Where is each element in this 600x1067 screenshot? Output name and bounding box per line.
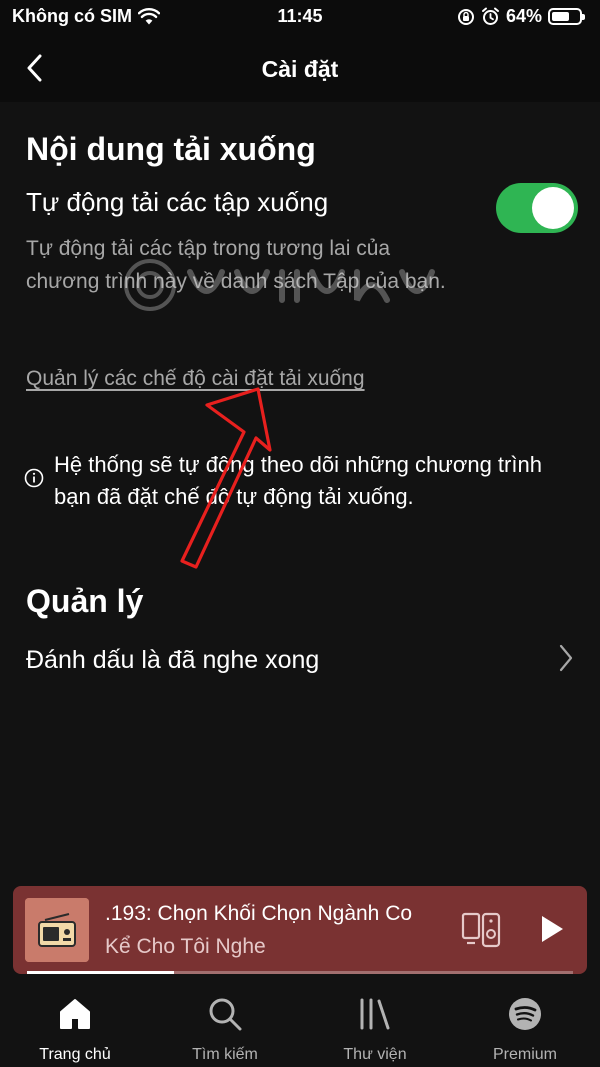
orientation-lock-icon (457, 8, 474, 25)
alarm-icon (481, 7, 499, 25)
tab-search[interactable]: Tìm kiếm (150, 980, 300, 1067)
chevron-right-icon (559, 644, 573, 672)
connect-device-icon[interactable] (461, 912, 501, 948)
settings-screen: Không có SIM 11:45 64% Cài đặt Nội dung … (0, 0, 600, 1067)
album-art (25, 898, 89, 962)
status-bar: Không có SIM 11:45 64% (0, 0, 600, 34)
battery-icon (548, 8, 585, 25)
tab-search-label: Tìm kiếm (192, 1046, 258, 1063)
info-icon (24, 468, 44, 488)
tab-home-label: Trang chủ (39, 1046, 111, 1063)
page-title: Cài đặt (261, 56, 339, 82)
tab-home[interactable]: Trang chủ (0, 980, 150, 1067)
spotify-icon (509, 998, 541, 1030)
mark-played-label: Đánh dấu là đã nghe xong (26, 646, 320, 674)
manage-downloads-link[interactable]: Quản lý các chế độ cài đặt tải xuống (26, 367, 365, 391)
tab-premium[interactable]: Premium (450, 980, 600, 1067)
tab-library[interactable]: Thư viện (300, 980, 450, 1067)
info-text: Hệ thống sẽ tự động theo dõi những chươn… (54, 452, 542, 509)
tab-library-label: Thư viện (343, 1046, 407, 1063)
bottom-nav: Trang chủ Tìm kiếm Thư viện Premium (0, 980, 600, 1067)
auto-download-toggle[interactable] (496, 183, 578, 233)
status-right: 64% (457, 6, 585, 27)
playback-progress (27, 971, 573, 974)
track-title: .193: Chọn Khối Chọn Ngành Co (105, 902, 413, 925)
auto-download-label: Tự động tải các tập xuống (26, 187, 329, 217)
search-icon (209, 998, 242, 1031)
radio-icon (25, 898, 89, 962)
watermark-logo (124, 259, 435, 311)
battery-percent: 64% (505, 6, 542, 26)
mark-played-row[interactable]: Đánh dấu là đã nghe xong (0, 636, 600, 684)
tab-premium-label: Premium (492, 1046, 557, 1063)
mini-player[interactable]: .193: Chọn Khối Chọn Ngành Co Kể Cho Tôi… (13, 886, 587, 974)
track-artist: Kể Cho Tôi Nghe (105, 935, 266, 958)
manage-section-title: Quản lý (26, 583, 144, 619)
library-icon (360, 998, 390, 1030)
battery-fill (552, 12, 569, 21)
home-icon (60, 999, 90, 1029)
downloads-section-title: Nội dung tải xuống (26, 131, 316, 167)
nav-header: Cài đặt (0, 34, 600, 102)
play-icon[interactable] (539, 914, 565, 944)
playback-progress-fill (27, 971, 175, 974)
toggle-knob (532, 187, 574, 229)
